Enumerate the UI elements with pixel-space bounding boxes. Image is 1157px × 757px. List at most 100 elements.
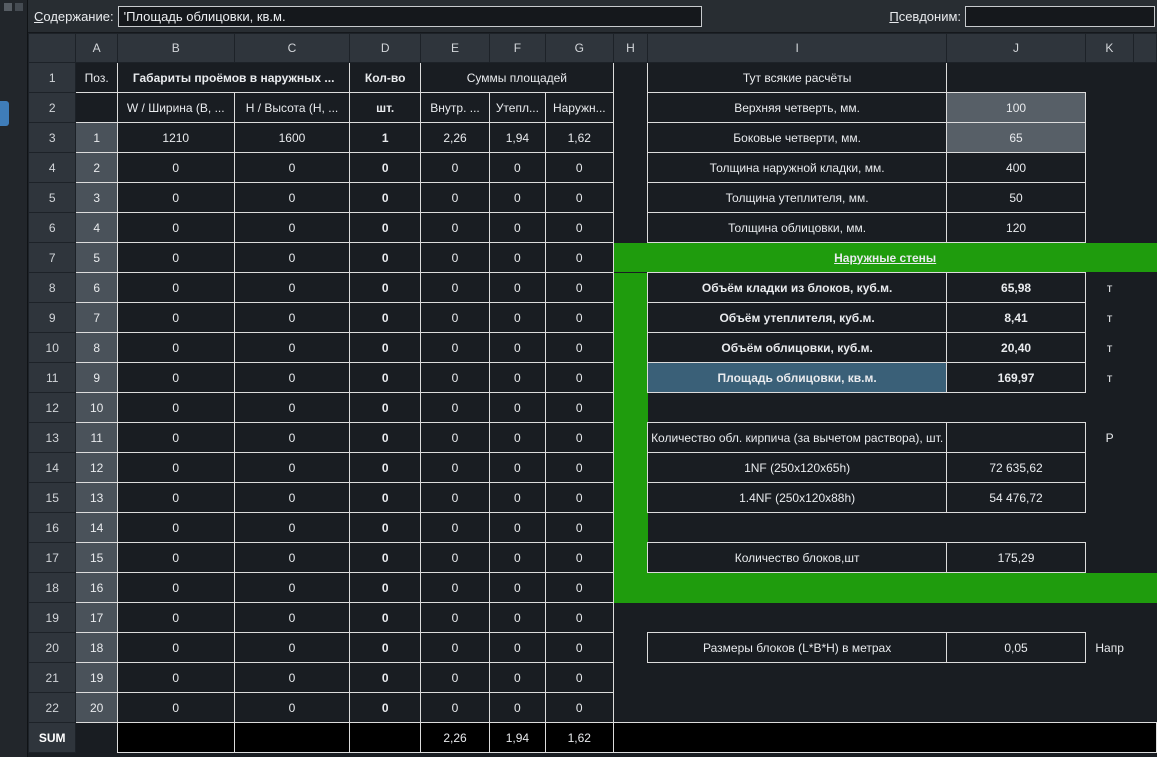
cell-A20[interactable]: 18 [75,632,118,663]
cell-X21[interactable] [1133,663,1156,693]
alias-input[interactable] [965,5,1155,27]
cell-A16[interactable]: 14 [75,512,118,543]
cell-H17[interactable] [613,542,648,573]
cell-D21[interactable]: 0 [349,662,421,693]
cell-C16[interactable]: 0 [233,512,351,543]
cell-H5[interactable] [613,183,647,213]
cell-G10[interactable]: 0 [544,332,614,363]
cell-J9[interactable]: 8,41 [946,302,1086,333]
cell-H6[interactable] [613,213,647,243]
cell-J17[interactable]: 175,29 [946,542,1086,573]
cell-E1[interactable]: Суммы площадей [419,62,614,93]
col-header-E[interactable]: E [419,33,491,63]
cell-K12[interactable] [1085,393,1133,423]
cell-F7[interactable]: 0 [489,242,546,273]
cell-E14[interactable]: 0 [419,452,491,483]
cell-E20[interactable]: 0 [419,632,491,663]
cell-X17[interactable] [1133,543,1156,573]
cell-K16[interactable] [1085,513,1133,543]
cell-A14[interactable]: 12 [75,452,118,483]
cell-F22[interactable]: 0 [489,692,546,723]
row-header-3[interactable]: 3 [28,122,77,153]
row-header-SUM[interactable]: SUM [28,722,77,753]
cell-D16[interactable]: 0 [349,512,421,543]
row-header-19[interactable]: 19 [28,602,77,633]
cell-B19[interactable]: 0 [116,602,235,633]
cell-K8[interactable]: т [1085,273,1133,303]
cell-B14[interactable]: 0 [116,452,235,483]
cell-H12[interactable] [613,392,648,423]
cell-H15[interactable] [613,482,648,513]
cell-I4[interactable]: Толщина наружной кладки, мм. [647,152,948,183]
cell-D6[interactable]: 0 [349,212,421,243]
cell-E17[interactable]: 0 [419,542,491,573]
cell-H19[interactable] [613,603,647,633]
row-header-5[interactable]: 5 [28,182,77,213]
grid-corner[interactable] [28,33,77,63]
cell-A17[interactable]: 15 [75,542,118,573]
cell-I10[interactable]: Объём облицовки, куб.м. [647,332,948,363]
cell-B10[interactable]: 0 [116,332,235,363]
cell-H9[interactable] [613,302,648,333]
col-header-F[interactable]: F [489,33,546,63]
cell-K3[interactable] [1085,123,1133,153]
cell-F9[interactable]: 0 [489,302,546,333]
cell-X8[interactable] [1133,273,1156,303]
cell-E6[interactable]: 0 [419,212,491,243]
cell-B3[interactable]: 1210 [116,122,235,153]
cell-E9[interactable]: 0 [419,302,491,333]
row-header-21[interactable]: 21 [28,662,77,693]
cell-C19[interactable]: 0 [233,602,351,633]
cell-C15[interactable]: 0 [233,482,351,513]
cell-A5[interactable]: 3 [75,182,118,213]
cell-X12[interactable] [1133,393,1156,423]
cell-C2[interactable]: H / Высота (H, ... [233,92,351,123]
row-header-20[interactable]: 20 [28,632,77,663]
cell-A4[interactable]: 2 [75,152,118,183]
cell-J12[interactable] [947,393,1086,423]
cell-E4[interactable]: 0 [419,152,491,183]
cell-A3[interactable]: 1 [75,122,118,153]
cell-I6[interactable]: Толщина облицовки, мм. [647,212,948,243]
col-header-D[interactable]: D [349,33,421,63]
cell-A1[interactable]: Поз. [75,62,118,93]
cell-J4[interactable]: 400 [946,152,1086,183]
col-header-H[interactable]: H [612,33,649,63]
cell-C11[interactable]: 0 [233,362,351,393]
row-header-10[interactable]: 10 [28,332,77,363]
row-header-2[interactable]: 2 [28,92,77,123]
cell-C5[interactable]: 0 [233,182,351,213]
col-header-A[interactable]: A [75,33,118,63]
cell-X5[interactable] [1133,183,1156,213]
cell-K10[interactable]: т [1085,333,1133,363]
cell-D9[interactable]: 0 [349,302,421,333]
cell-G15[interactable]: 0 [544,482,614,513]
cell-E19[interactable]: 0 [419,602,491,633]
cell-X10[interactable] [1133,333,1156,363]
cell-F17[interactable]: 0 [489,542,546,573]
cell-H2[interactable] [613,93,647,123]
cell-B4[interactable]: 0 [116,152,235,183]
row-header-12[interactable]: 12 [28,392,77,423]
cell-I22[interactable] [648,693,947,723]
cell-C3[interactable]: 1600 [233,122,351,153]
cell-F18[interactable]: 0 [489,572,546,603]
cell-B6[interactable]: 0 [116,212,235,243]
cell-C17[interactable]: 0 [233,542,351,573]
cell-D4[interactable]: 0 [349,152,421,183]
cell-D8[interactable]: 0 [349,272,421,303]
cell-G5[interactable]: 0 [544,182,614,213]
row-header-4[interactable]: 4 [28,152,77,183]
cell-I11[interactable]: Площадь облицовки, кв.м. [647,362,948,393]
cell-I13[interactable]: Количество обл. кирпича (за вычетом раст… [647,422,948,453]
cell-F14[interactable]: 0 [489,452,546,483]
cell-G14[interactable]: 0 [544,452,614,483]
cell-A7[interactable]: 5 [75,242,118,273]
cell-I16[interactable] [648,513,947,543]
cell-C23[interactable] [233,722,351,753]
cell-G3[interactable]: 1,62 [544,122,614,153]
row-header-1[interactable]: 1 [28,62,77,93]
cell-I5[interactable]: Толщина утеплителя, мм. [647,182,948,213]
row-header-15[interactable]: 15 [28,482,77,513]
cell-E12[interactable]: 0 [419,392,491,423]
